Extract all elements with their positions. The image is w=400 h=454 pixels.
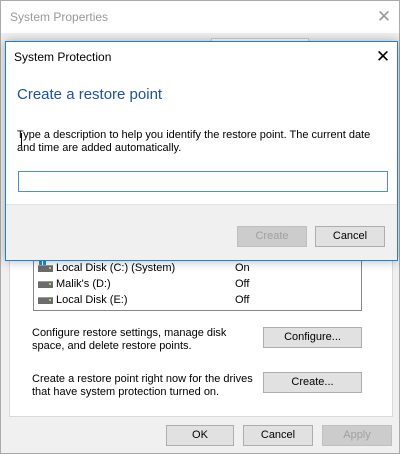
drive-icon <box>38 279 53 288</box>
restore-point-description-input[interactable] <box>18 171 388 192</box>
cancel-button[interactable]: Cancel <box>243 425 313 446</box>
drive-protection-status: Off <box>235 294 250 306</box>
system-properties-title: System Properties <box>10 10 109 24</box>
protection-settings-list[interactable]: Local Disk (C:) (System) On Malik's (D:)… <box>33 258 362 311</box>
close-icon[interactable]: ✕ <box>372 46 394 68</box>
dialog-divider <box>6 204 397 205</box>
dialog-content: Create a restore point Type a descriptio… <box>6 72 397 204</box>
drive-name: Malik's (D:) <box>56 278 111 290</box>
drive-name: Local Disk (C:) (System) <box>56 262 176 274</box>
create-description: Create a restore point right now for the… <box>32 373 253 398</box>
close-icon[interactable]: ✕ <box>373 6 395 28</box>
ok-button[interactable]: OK <box>166 425 234 446</box>
dialog-cancel-button[interactable]: Cancel <box>315 226 385 247</box>
drive-protection-status: On <box>235 262 250 274</box>
dialog-heading: Create a restore point <box>17 86 163 103</box>
apply-button[interactable]: Apply <box>322 425 392 446</box>
dialog-instructions: Type a description to help you identify … <box>17 129 371 154</box>
list-item[interactable]: Local Disk (C:) (System) On <box>34 260 361 276</box>
text-cursor <box>21 133 22 146</box>
system-properties-titlebar: System Properties ✕ <box>1 1 399 33</box>
drive-name: Local Disk (E:) <box>56 294 128 306</box>
create-button[interactable]: Create <box>237 226 307 247</box>
list-item[interactable]: Local Disk (E:) Off <box>34 292 361 308</box>
configure-button[interactable]: Configure... <box>263 327 362 348</box>
configure-description: Configure restore settings, manage disk … <box>32 327 227 352</box>
list-item[interactable]: Malik's (D:) Off <box>34 276 361 292</box>
system-drive-icon <box>38 260 53 272</box>
drive-protection-status: Off <box>235 278 250 290</box>
create-restore-point-button[interactable]: Create... <box>263 372 362 393</box>
drive-icon <box>38 295 53 304</box>
dialog-title: System Protection <box>14 50 112 64</box>
dialog-titlebar: System Protection ✕ <box>6 42 397 72</box>
system-protection-dialog: System Protection ✕ Create a restore poi… <box>5 41 398 261</box>
